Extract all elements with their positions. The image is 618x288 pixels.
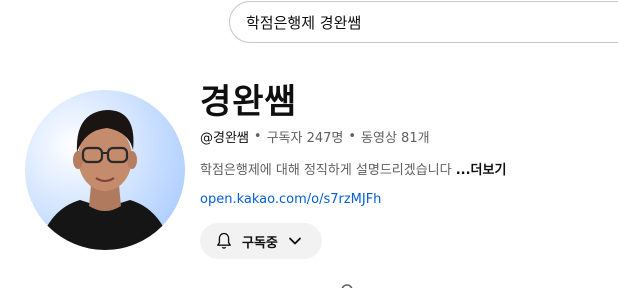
meta-separator: •	[348, 129, 357, 144]
meta-separator: •	[253, 129, 262, 144]
search-icon[interactable]	[340, 283, 356, 288]
search-box[interactable]	[229, 1, 618, 43]
channel-name: 경완쌤	[200, 82, 297, 122]
channel-description[interactable]: 학점은행제에 대해 정직하게 설명드리겠습니다 ...더보기	[200, 159, 506, 178]
bell-icon	[214, 231, 234, 251]
description-text: 학점은행제에 대해 정직하게 설명드리겠습니다	[200, 163, 456, 178]
avatar-image	[37, 110, 173, 250]
avatar[interactable]	[25, 90, 185, 250]
more-link[interactable]: ...더보기	[456, 163, 507, 178]
search-input[interactable]	[246, 13, 606, 31]
subscribe-label: 구독중	[242, 235, 278, 251]
channel-page: 경완쌤 @경완쌤 • 구독자 247명 • 동영상 81개 학점은행제에 대해 …	[0, 0, 618, 288]
chevron-down-icon	[288, 234, 302, 248]
subscriber-count: 구독자 247명	[266, 131, 344, 146]
channel-meta: @경완쌤 • 구독자 247명 • 동영상 81개	[200, 127, 430, 146]
video-count: 동영상 81개	[361, 131, 430, 146]
subscribe-button[interactable]: 구독중	[200, 223, 322, 259]
channel-handle: @경완쌤	[200, 131, 249, 146]
channel-external-link[interactable]: open.kakao.com/o/s7rzMJFh	[200, 192, 381, 207]
